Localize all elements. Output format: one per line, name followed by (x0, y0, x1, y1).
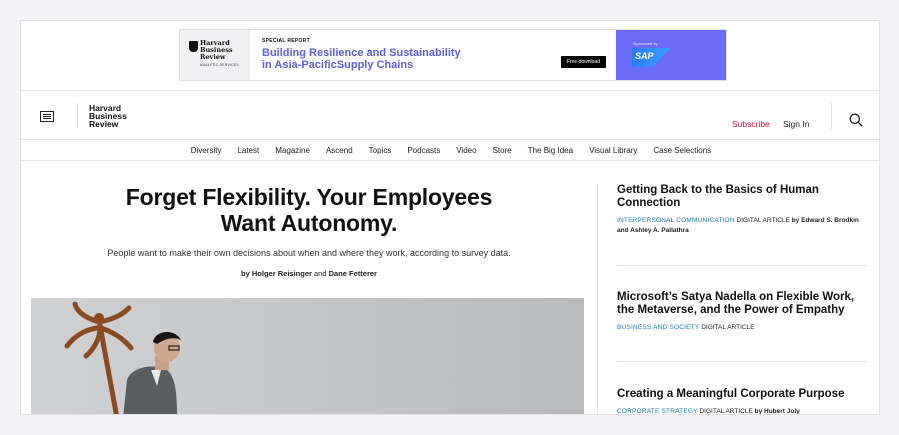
sign-in-link[interactable]: Sign In (783, 119, 809, 129)
hbr-crest-icon (189, 41, 198, 52)
ad-headline[interactable]: Building Resilience and Sustainability i… (262, 47, 462, 71)
primary-nav: Diversity Latest Magazine Ascend Topics … (21, 141, 879, 161)
ad-logo-name: Harvard Business Review (200, 39, 233, 61)
ad-banner[interactable]: Harvard Business Review ANALYTIC SERVICE… (179, 29, 727, 81)
subscribe-link[interactable]: Subscribe (732, 119, 770, 129)
main-story-dek: People want to make their own decisions … (107, 248, 511, 258)
sidebar-article-meta: CORPORATE STRATEGY DIGITAL ARTICLE by Hu… (617, 407, 867, 415)
byline-prefix: by (241, 269, 250, 278)
ad-sponsored-label: Sponsored by (633, 41, 658, 46)
sidebar-article-title[interactable]: Microsoft’s Satya Nadella on Flexible Wo… (617, 291, 867, 317)
nav-item-topics[interactable]: Topics (361, 141, 400, 160)
sidebar-separator (617, 265, 867, 266)
nav-item-store[interactable]: Store (485, 141, 520, 160)
sidebar-separator (617, 361, 867, 362)
main-story-hero-image[interactable] (31, 298, 584, 414)
ad-body: SPECIAL REPORT Building Resilience and S… (250, 30, 616, 80)
ad-sponsor-panel[interactable]: Sponsored by SAP (616, 30, 726, 80)
ad-logo-sub: ANALYTIC SERVICES (200, 63, 239, 67)
ad-free-download-button[interactable]: Free download (560, 56, 606, 68)
sidebar-article-title[interactable]: Getting Back to the Basics of Human Conn… (617, 184, 867, 210)
column-divider (597, 184, 598, 414)
sidebar-article-byline: by Hubert Joly (754, 408, 800, 415)
sidebar-article-meta: BUSINESS AND SOCIETY DIGITAL ARTICLE (617, 323, 867, 333)
author-link-2[interactable]: Dane Fetterer (329, 269, 377, 278)
ad-kicker: SPECIAL REPORT (262, 38, 311, 44)
sidebar-article-title[interactable]: Creating a Meaningful Corporate Purpose (617, 388, 867, 401)
hbr-logo[interactable]: Harvard Business Review (89, 104, 137, 129)
nav-item-ascend[interactable]: Ascend (318, 141, 361, 160)
main-story-headline[interactable]: Forget Flexibility. Your Employees Want … (99, 184, 519, 236)
sidebar-article-topic[interactable]: INTERPERSONAL COMMUNICATION (617, 217, 735, 224)
sidebar-article-type: DIGITAL ARTICLE (701, 324, 755, 331)
header-divider (77, 103, 78, 127)
sidebar-article-2[interactable]: Microsoft’s Satya Nadella on Flexible Wo… (617, 291, 867, 333)
site-header: Harvard Business Review Subscribe Sign I… (21, 90, 879, 140)
nav-item-magazine[interactable]: Magazine (267, 141, 318, 160)
sidebar-article-meta: INTERPERSONAL COMMUNICATION DIGITAL ARTI… (617, 216, 867, 236)
menu-icon[interactable] (40, 111, 54, 122)
sap-logo-text: SAP (635, 51, 654, 61)
sidebar-article-1[interactable]: Getting Back to the Basics of Human Conn… (617, 184, 867, 236)
sidebar-article-type: DIGITAL ARTICLE (699, 408, 753, 415)
nav-item-visual-library[interactable]: Visual Library (581, 141, 645, 160)
header-divider-right (831, 103, 832, 129)
hero-illustration (31, 298, 584, 414)
sidebar-article-3[interactable]: Creating a Meaningful Corporate Purpose … (617, 388, 867, 415)
nav-item-latest[interactable]: Latest (229, 141, 267, 160)
byline-and: and (314, 269, 327, 278)
sidebar-article-type: DIGITAL ARTICLE (736, 217, 790, 224)
nav-item-podcasts[interactable]: Podcasts (399, 141, 448, 160)
nav-item-diversity[interactable]: Diversity (183, 141, 230, 160)
nav-item-case-selections[interactable]: Case Selections (645, 141, 719, 160)
sidebar-article-topic[interactable]: BUSINESS AND SOCIETY (617, 324, 699, 331)
search-icon[interactable] (849, 113, 863, 127)
sidebar-article-topic[interactable]: CORPORATE STRATEGY (617, 408, 698, 414)
main-story-byline: by Holger Reisinger and Dane Fetterer (51, 269, 567, 278)
ad-hbr-logo: Harvard Business Review ANALYTIC SERVICE… (180, 30, 250, 80)
nav-item-the-big-idea[interactable]: The Big Idea (520, 141, 581, 160)
browser-page: Harvard Business Review ANALYTIC SERVICE… (20, 20, 880, 415)
nav-item-video[interactable]: Video (448, 141, 484, 160)
author-link-1[interactable]: Holger Reisinger (252, 269, 312, 278)
